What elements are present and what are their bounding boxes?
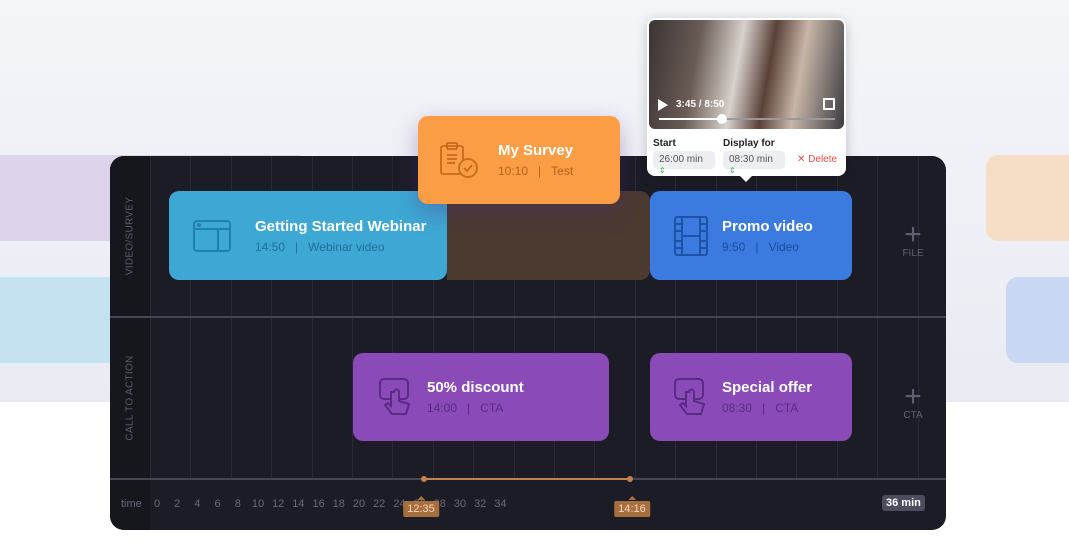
time-tick: 0 — [153, 498, 161, 510]
row-label-cta: CALL TO ACTION — [124, 355, 136, 441]
time-tick: 14 — [292, 498, 305, 510]
time-tick: 12 — [272, 498, 285, 510]
range-bar[interactable] — [424, 478, 630, 480]
play-icon[interactable] — [658, 99, 668, 111]
decor-block — [986, 155, 1069, 241]
time-tick: 2 — [174, 498, 181, 510]
time-tick: 16 — [312, 498, 325, 510]
card-webinar[interactable]: Getting Started Webinar 14:50 | Webinar vid… — [169, 191, 447, 280]
clipboard-check-icon — [434, 141, 484, 179]
video-time: 3:45 / 8:50 — [676, 99, 725, 110]
time-tick: 6 — [214, 498, 221, 510]
display-for-label: Display for — [723, 138, 775, 149]
time-tick: 22 — [373, 498, 386, 510]
card-title: Special offer — [722, 379, 813, 396]
time-tick: 32 — [474, 498, 487, 510]
video-settings-popup: 3:45 / 8:50 Start Display for 26:00 min … — [647, 18, 846, 182]
range-start-marker[interactable]: 12:35 — [403, 496, 439, 517]
plus-icon: + — [904, 380, 922, 413]
card-type: Video — [768, 239, 799, 254]
video-progress-track[interactable] — [659, 114, 835, 124]
card-title: 50% discount — [427, 379, 524, 396]
delete-label: Delete — [808, 154, 838, 165]
add-cta-label: CTA — [903, 410, 923, 421]
time-tick: 30 — [453, 498, 467, 510]
start-stepper[interactable]: 26:00 min ⇕ — [653, 151, 715, 175]
add-cta-button[interactable]: + CTA — [893, 380, 933, 422]
display-for-stepper[interactable]: 08:30 min ⇕ — [723, 151, 785, 175]
video-progress-handle[interactable] — [717, 114, 728, 124]
range-handle-end[interactable] — [627, 476, 633, 482]
survey-drop-placeholder — [447, 191, 650, 280]
card-duration: 08:30 — [722, 401, 753, 415]
delete-button[interactable]: ✕ Delete — [797, 154, 837, 165]
card-title: My Survey — [498, 142, 574, 159]
card-discount[interactable]: 50% discount 14:00 | CTA — [353, 353, 609, 441]
card-survey[interactable]: My Survey 10:10 | Test — [418, 116, 620, 204]
card-title: Getting Started Webinar — [255, 217, 427, 235]
card-duration: 10:10 — [498, 164, 529, 178]
plus-icon: + — [904, 218, 922, 251]
start-label: Start — [653, 138, 676, 149]
card-type: Test — [551, 164, 574, 178]
time-tick: 18 — [332, 498, 345, 510]
card-type: Webinar video — [308, 239, 385, 254]
row-divider — [110, 316, 946, 318]
time-tick: 4 — [194, 498, 201, 510]
card-duration: 14:00 — [427, 401, 458, 415]
add-file-button[interactable]: + FILE — [893, 218, 933, 260]
film-strip-icon — [666, 215, 716, 256]
decor-block — [1006, 277, 1069, 363]
timeline-end-label: 36 min — [882, 495, 925, 511]
time-tick: 34 — [494, 498, 507, 510]
time-label: time — [121, 498, 142, 510]
video-preview[interactable]: 3:45 / 8:50 — [649, 20, 844, 129]
card-type: CTA — [480, 401, 504, 415]
touch-icon — [371, 378, 421, 416]
card-duration: 14:50 — [255, 239, 286, 254]
start-value: 26:00 min — [659, 154, 703, 165]
card-promo-video[interactable]: Promo video 9:50 | Video — [650, 191, 852, 280]
card-title: Promo video — [722, 217, 813, 235]
display-for-value: 08:30 min — [729, 154, 773, 165]
stepper-arrows-icon[interactable]: ⇕ — [729, 166, 736, 175]
range-handle-start[interactable] — [421, 476, 427, 482]
time-tick: 8 — [234, 498, 241, 510]
touch-icon — [666, 378, 716, 416]
add-file-label: FILE — [902, 248, 924, 259]
close-icon: ✕ — [797, 154, 809, 165]
time-tick: 20 — [352, 498, 366, 510]
card-special-offer[interactable]: Special offer 08:30 | CTA — [650, 353, 852, 441]
card-duration: 9:50 — [722, 239, 746, 254]
browser-window-icon — [187, 219, 237, 252]
row-label-video-survey: VIDEO/SURVEY — [124, 196, 136, 276]
stepper-arrows-icon[interactable]: ⇕ — [659, 166, 666, 175]
time-tick: 10 — [251, 498, 265, 510]
fullscreen-icon[interactable] — [823, 98, 835, 110]
range-end-marker[interactable]: 14:16 — [614, 496, 650, 517]
card-type: CTA — [775, 401, 799, 415]
